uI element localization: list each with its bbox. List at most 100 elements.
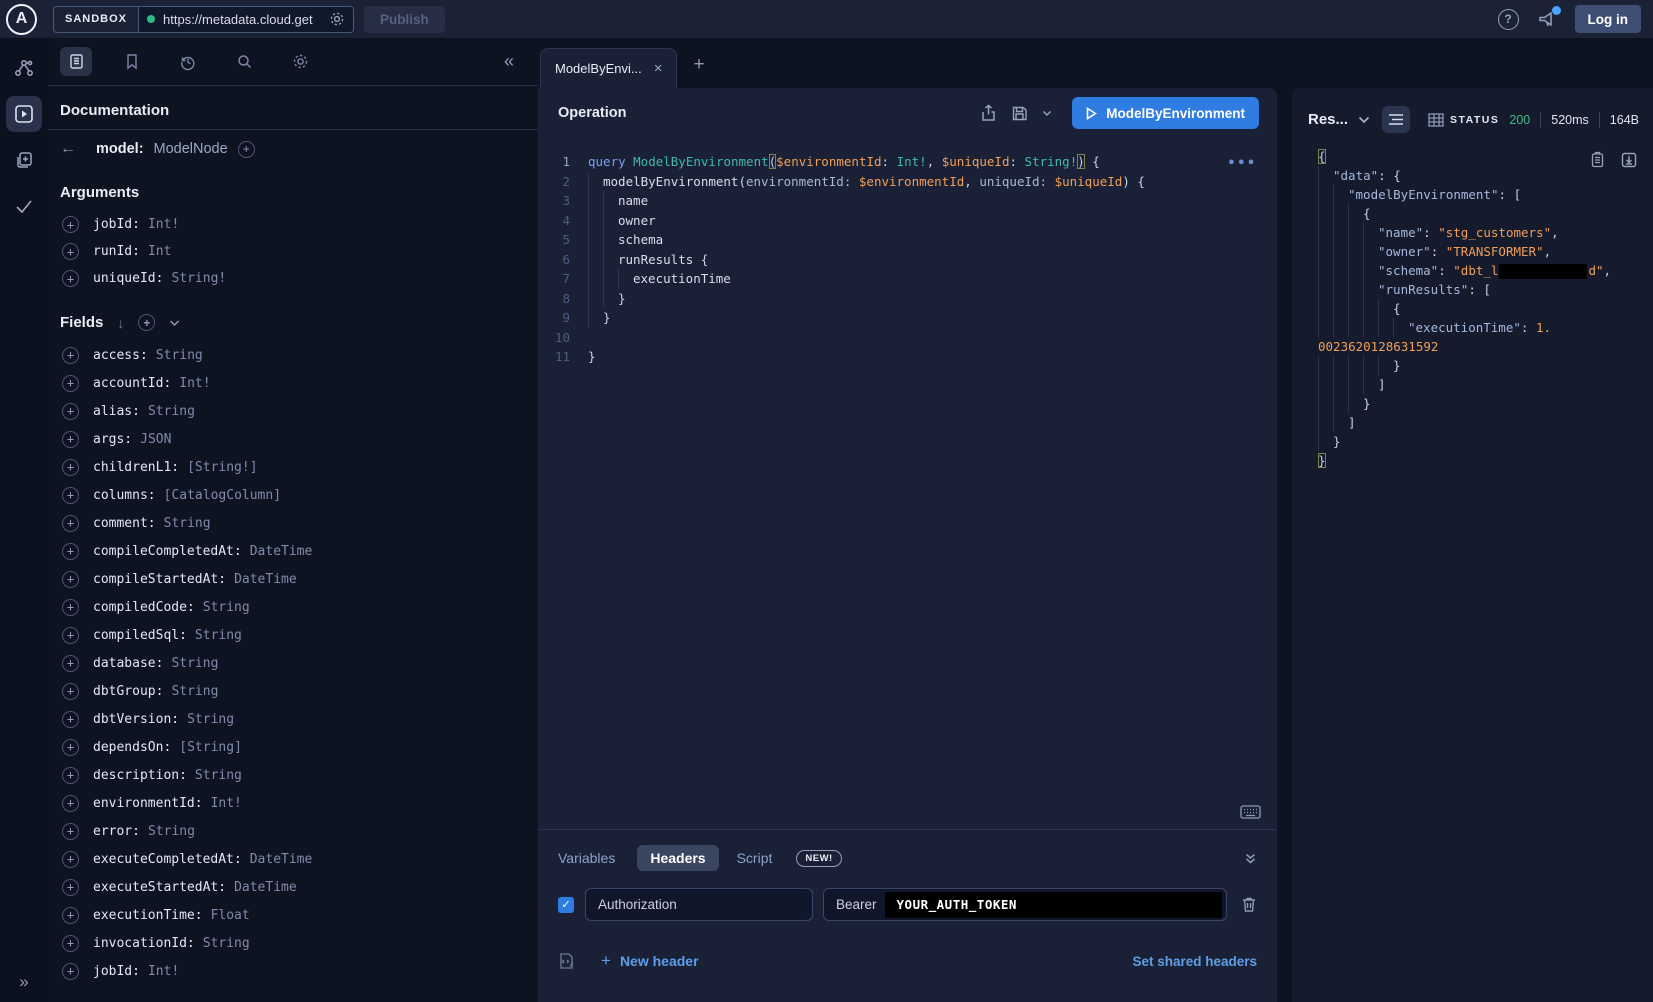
add-doc-field-icon[interactable]: + [62, 683, 79, 700]
header-enabled-checkbox[interactable]: ✓ [558, 897, 574, 913]
add-doc-field-icon[interactable]: + [62, 599, 79, 616]
login-button[interactable]: Log in [1575, 5, 1642, 33]
add-doc-argument-icon[interactable]: + [62, 216, 79, 233]
run-operation-button[interactable]: ModelByEnvironment [1072, 97, 1259, 129]
docs-settings-gear-icon[interactable] [284, 47, 316, 76]
doc-field-row[interactable]: +environmentId:Int! [62, 789, 538, 817]
doc-field-row[interactable]: +executeCompletedAt:DateTime [62, 845, 538, 873]
add-all-fields-icon[interactable]: + [138, 314, 155, 331]
share-operation-icon[interactable] [980, 104, 997, 122]
fields-options-chevron-icon[interactable] [169, 319, 180, 327]
nav-explorer-icon[interactable] [6, 96, 42, 132]
add-doc-field-icon[interactable]: + [62, 627, 79, 644]
add-doc-argument-icon[interactable]: + [62, 243, 79, 260]
add-field-icon[interactable]: + [238, 141, 255, 158]
operation-tab[interactable]: ModelByEnvi... × [540, 48, 677, 88]
doc-field-row[interactable]: +database:String [62, 649, 538, 677]
doc-field-row[interactable]: +compiledCode:String [62, 593, 538, 621]
sort-fields-icon[interactable]: ↓ [117, 315, 124, 331]
breadcrumb-type[interactable]: ModelNode [154, 141, 228, 157]
doc-field-row[interactable]: +invocationId:String [62, 929, 538, 957]
copy-response-icon[interactable] [1590, 151, 1605, 168]
doc-field-row[interactable]: +childrenL1:[String!] [62, 453, 538, 481]
header-key-input[interactable]: Authorization [585, 888, 813, 921]
add-doc-field-icon[interactable]: + [62, 711, 79, 728]
doc-field-row[interactable]: +alias:String [62, 397, 538, 425]
edit-as-text-icon[interactable] [558, 952, 575, 970]
docs-tab-icon[interactable] [60, 47, 92, 76]
apollo-logo-icon[interactable]: A [6, 4, 37, 35]
endpoint-settings-gear-icon[interactable] [329, 11, 345, 27]
add-doc-field-icon[interactable]: + [62, 935, 79, 952]
history-icon[interactable] [172, 47, 204, 76]
doc-field-row[interactable]: +comment:String [62, 509, 538, 537]
delete-header-trash-icon[interactable] [1241, 896, 1257, 913]
add-doc-field-icon[interactable]: + [62, 459, 79, 476]
add-doc-field-icon[interactable]: + [62, 823, 79, 840]
add-doc-field-icon[interactable]: + [62, 963, 79, 980]
endpoint-url-field[interactable]: https://metadata.cloud.get [138, 7, 353, 32]
doc-field-row[interactable]: +description:String [62, 761, 538, 789]
doc-argument-row[interactable]: +uniqueId:String! [62, 265, 538, 292]
new-header-button[interactable]: + New header [601, 951, 699, 971]
doc-field-row[interactable]: +accountId:Int! [62, 369, 538, 397]
doc-field-row[interactable]: +jobId:Int! [62, 957, 538, 985]
doc-field-row[interactable]: +dbtVersion:String [62, 705, 538, 733]
add-doc-field-icon[interactable]: + [62, 403, 79, 420]
doc-field-row[interactable]: +columns:[CatalogColumn] [62, 481, 538, 509]
response-dropdown-chevron-icon[interactable] [1358, 116, 1370, 124]
doc-argument-row[interactable]: +runId:Int [62, 238, 538, 265]
nav-sandbox-pages-icon[interactable] [6, 142, 42, 178]
more-options-icon[interactable]: ••• [1228, 154, 1257, 174]
doc-field-row[interactable]: +dbtGroup:String [62, 677, 538, 705]
nav-schema-graph-icon[interactable] [6, 50, 42, 86]
doc-field-row[interactable]: +error:String [62, 817, 538, 845]
expand-rail-icon[interactable]: » [19, 972, 28, 992]
tab-variables[interactable]: Variables [558, 850, 615, 866]
add-doc-field-icon[interactable]: + [62, 655, 79, 672]
nav-checklist-icon[interactable] [6, 188, 42, 224]
set-shared-headers-link[interactable]: Set shared headers [1132, 954, 1257, 969]
doc-field-row[interactable]: +executionTime:Float [62, 901, 538, 929]
search-icon[interactable] [228, 47, 260, 76]
doc-field-row[interactable]: +compileStartedAt:DateTime [62, 565, 538, 593]
table-view-icon[interactable] [1422, 106, 1450, 133]
download-response-icon[interactable] [1621, 151, 1637, 168]
doc-field-row[interactable]: +executeStartedAt:DateTime [62, 873, 538, 901]
back-arrow-icon[interactable]: ← [60, 140, 86, 158]
collapse-docs-icon[interactable]: « [504, 51, 514, 72]
bookmarks-icon[interactable] [116, 47, 148, 76]
doc-field-row[interactable]: +dependsOn:[String] [62, 733, 538, 761]
add-doc-field-icon[interactable]: + [62, 431, 79, 448]
add-doc-field-icon[interactable]: + [62, 515, 79, 532]
doc-argument-row[interactable]: +jobId:Int! [62, 211, 538, 238]
operation-editor[interactable]: 1query ModelByEnvironment($environmentId… [538, 138, 1277, 829]
add-doc-field-icon[interactable]: + [62, 767, 79, 784]
collapse-panel-chevrons-icon[interactable] [1244, 852, 1257, 865]
add-doc-field-icon[interactable]: + [62, 851, 79, 868]
add-doc-field-icon[interactable]: + [62, 795, 79, 812]
doc-field-row[interactable]: +args:JSON [62, 425, 538, 453]
add-doc-field-icon[interactable]: + [62, 739, 79, 756]
publish-button[interactable]: Publish [364, 6, 445, 33]
add-doc-field-icon[interactable]: + [62, 543, 79, 560]
add-doc-field-icon[interactable]: + [62, 487, 79, 504]
announcements-megaphone-icon[interactable] [1537, 10, 1557, 29]
close-tab-icon[interactable]: × [654, 60, 663, 77]
doc-field-row[interactable]: +compiledSql:String [62, 621, 538, 649]
endpoint-url[interactable]: https://metadata.cloud.get [163, 12, 321, 27]
help-icon[interactable]: ? [1498, 9, 1519, 30]
add-doc-field-icon[interactable]: + [62, 347, 79, 364]
tab-headers[interactable]: Headers [637, 845, 718, 871]
doc-field-row[interactable]: +access:String [62, 341, 538, 369]
doc-field-row[interactable]: +compileCompletedAt:DateTime [62, 537, 538, 565]
new-tab-icon[interactable]: + [693, 54, 704, 76]
save-options-chevron-icon[interactable] [1042, 110, 1052, 117]
response-label[interactable]: Res... [1308, 111, 1348, 128]
add-doc-field-icon[interactable]: + [62, 375, 79, 392]
add-doc-field-icon[interactable]: + [62, 907, 79, 924]
save-operation-icon[interactable] [1011, 105, 1028, 122]
formatted-view-icon[interactable] [1382, 106, 1410, 133]
header-value-input[interactable]: Bearer YOUR_AUTH_TOKEN [823, 888, 1227, 921]
add-doc-field-icon[interactable]: + [62, 571, 79, 588]
